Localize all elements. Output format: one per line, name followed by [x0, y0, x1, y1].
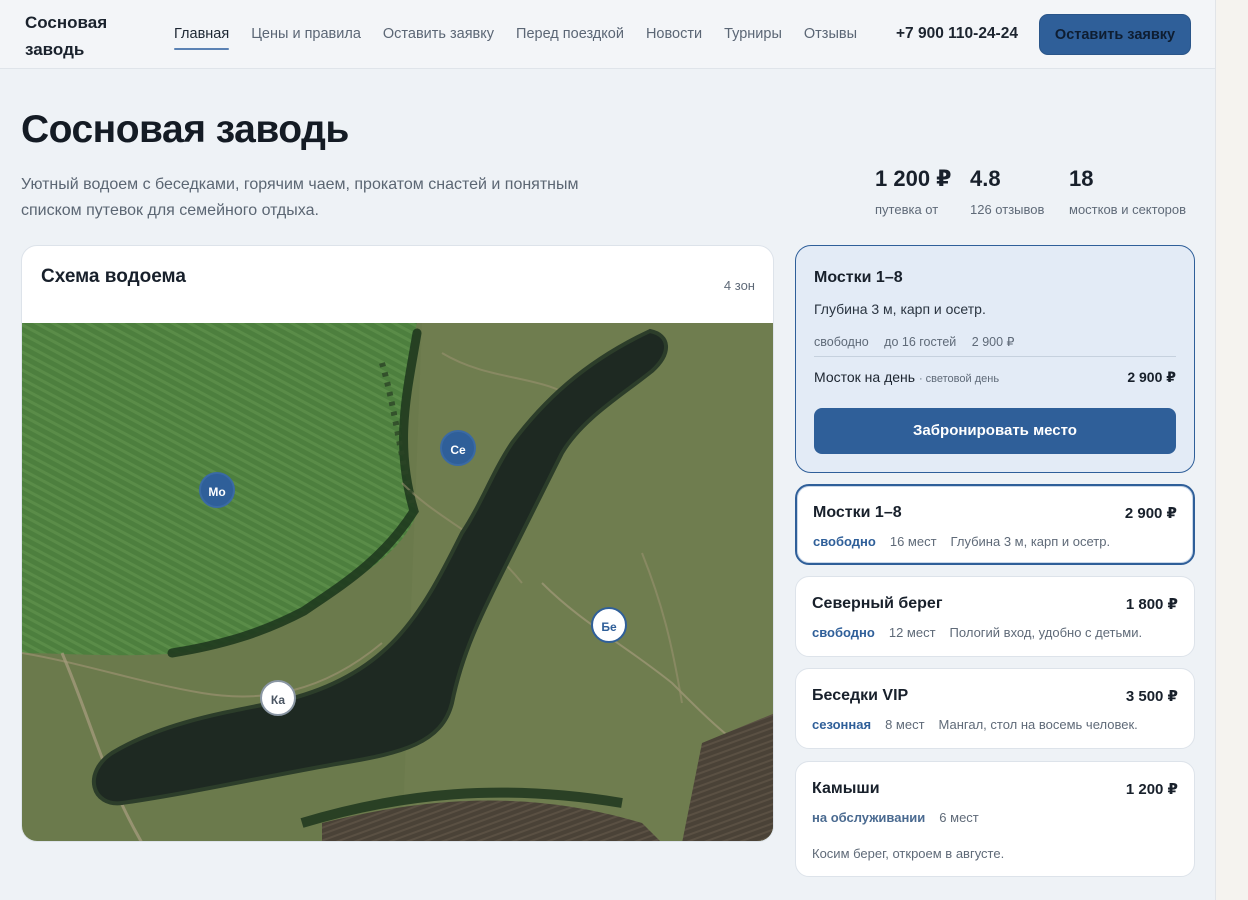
page-title: Сосновая заводь — [21, 108, 349, 151]
zone-details: на обслуживании 6 мест — [812, 810, 993, 825]
site-header: Сосновая заводь Главная Цены и правила О… — [0, 0, 1215, 69]
selected-zone-panel: Мостки 1–8 Глубина 3 м, карп и осетр. св… — [795, 245, 1195, 473]
divider — [814, 356, 1176, 357]
stat-price: 1 200 ₽ путевка от — [875, 166, 951, 217]
zone-details: свободно 16 мест Глубина 3 м, карп и осетр… — [813, 534, 1110, 549]
stat-price-value: 1 200 ₽ — [875, 166, 952, 191]
stat-rating-value: 4.8 — [970, 166, 1001, 191]
map-marker-besedki[interactable]: Бе — [591, 607, 627, 643]
phone-link[interactable]: +7 900 110-24-24 — [896, 0, 1018, 68]
zone-name: Мостки 1–8 — [813, 504, 902, 521]
nav-item-home[interactable]: Главная — [174, 0, 230, 68]
stat-piers-value: 18 — [1069, 166, 1094, 191]
stat-rating-label: 126 отзывов — [970, 202, 1045, 217]
zone-card-mostki[interactable]: Мостки 1–8 2 900 ₽ свободно 16 мест Глубин… — [795, 484, 1195, 565]
zone-description: Пологий вход, удобно с детьми. — [949, 625, 1143, 640]
stat-rating: 4.8 126 отзывов — [970, 166, 1044, 217]
nav-item-news[interactable]: Новости — [646, 0, 702, 68]
zone-price: 2 900 ₽ — [1124, 505, 1177, 522]
site-logo[interactable]: Сосновая заводь — [25, 9, 145, 63]
map-card: Схема водоема 4 зон Мо Се Бе Ка — [21, 245, 774, 842]
rate-price: 2 900 ₽ — [1127, 369, 1176, 385]
satellite-map[interactable] — [22, 323, 773, 841]
rate-label: Мосток на день — [814, 369, 916, 385]
nav-item-request[interactable]: Оставить заявку — [383, 0, 494, 68]
zone-card-besedki[interactable]: Беседки VIP 3 500 ₽ сезонная 8 мест Мангал… — [795, 668, 1195, 749]
zone-price: 3 500 ₽ — [1125, 688, 1178, 705]
nav-item-prices[interactable]: Цены и правила — [251, 0, 361, 68]
zone-details: сезонная 8 мест Мангал, стол на восемь чел… — [812, 717, 1138, 732]
map-title: Схема водоема — [41, 266, 186, 287]
zone-places: 8 мест — [885, 717, 925, 732]
stat-price-label: путевка от — [875, 202, 939, 217]
satellite-map-image — [22, 323, 773, 841]
zone-details: свободно 12 мест Пологий вход, удобно с де… — [812, 625, 1142, 640]
zone-places: 12 мест — [888, 625, 936, 640]
zone-status: сезонная — [812, 717, 872, 732]
nav-item-tournaments[interactable]: Турниры — [724, 0, 782, 68]
rate-note: · световой день — [918, 373, 1000, 385]
zone-description: Косим берег, откроем в августе. — [812, 846, 1005, 861]
zone-places: 16 мест — [889, 534, 937, 549]
zone-places: 6 мест — [939, 810, 979, 825]
zone-card-severny[interactable]: Северный берег 1 800 ₽ свободно 12 мест По… — [795, 576, 1195, 657]
stat-piers-label: мостков и секторов — [1069, 202, 1187, 217]
zone-price: 1 800 ₽ — [1125, 596, 1178, 613]
zone-name: Камыши — [812, 780, 880, 797]
nav-item-reviews[interactable]: Отзывы — [804, 0, 857, 68]
zone-status: на обслуживании — [812, 810, 926, 825]
zone-name: Северный берег — [812, 595, 943, 612]
page-subtitle: Уютный водоем с беседками, горячим чаем,… — [21, 176, 579, 219]
logo-line-1: Сосновая — [25, 13, 108, 32]
selected-zone-meta: свободно до 16 гостей 2 900 ₽ — [814, 334, 1026, 349]
header-request-button[interactable]: Оставить заявку — [1039, 14, 1191, 55]
map-marker-mostki[interactable]: Мо — [199, 472, 235, 508]
zone-description: Мангал, стол на восемь человек. — [938, 717, 1138, 732]
nav-item-before-trip[interactable]: Перед поездкой — [516, 0, 624, 68]
selected-zone-status: свободно — [814, 335, 869, 349]
rate-row: Мосток на день · световой день — [814, 369, 999, 385]
selected-zone-description: Глубина 3 м, карп и осетр. — [814, 301, 986, 317]
selected-zone-capacity: до 16 гостей — [884, 335, 957, 349]
zone-description: Глубина 3 м, карп и осетр. — [950, 534, 1111, 549]
zone-price: 1 200 ₽ — [1125, 781, 1178, 798]
selected-zone-name: Мостки 1–8 — [814, 269, 903, 286]
map-marker-severny[interactable]: Се — [440, 430, 476, 466]
map-marker-kamyshi[interactable]: Ка — [260, 680, 296, 716]
zone-status: свободно — [813, 534, 876, 549]
selected-zone-price: 2 900 ₽ — [971, 335, 1015, 349]
stat-piers: 18 мостков и секторов — [1069, 166, 1186, 217]
main-nav: Главная Цены и правила Оставить заявку П… — [174, 0, 879, 68]
map-zone-count: 4 зон — [723, 278, 755, 293]
zone-card-kamyshi[interactable]: Камыши 1 200 ₽ на обслуживании 6 мест Кос… — [795, 761, 1195, 877]
zone-name: Беседки VIP — [812, 687, 909, 704]
book-place-button[interactable]: Забронировать место — [814, 408, 1176, 454]
logo-line-2: заводь — [25, 40, 85, 59]
zone-status: свободно — [812, 625, 875, 640]
page: Сосновая заводь Главная Цены и правила О… — [0, 0, 1216, 900]
